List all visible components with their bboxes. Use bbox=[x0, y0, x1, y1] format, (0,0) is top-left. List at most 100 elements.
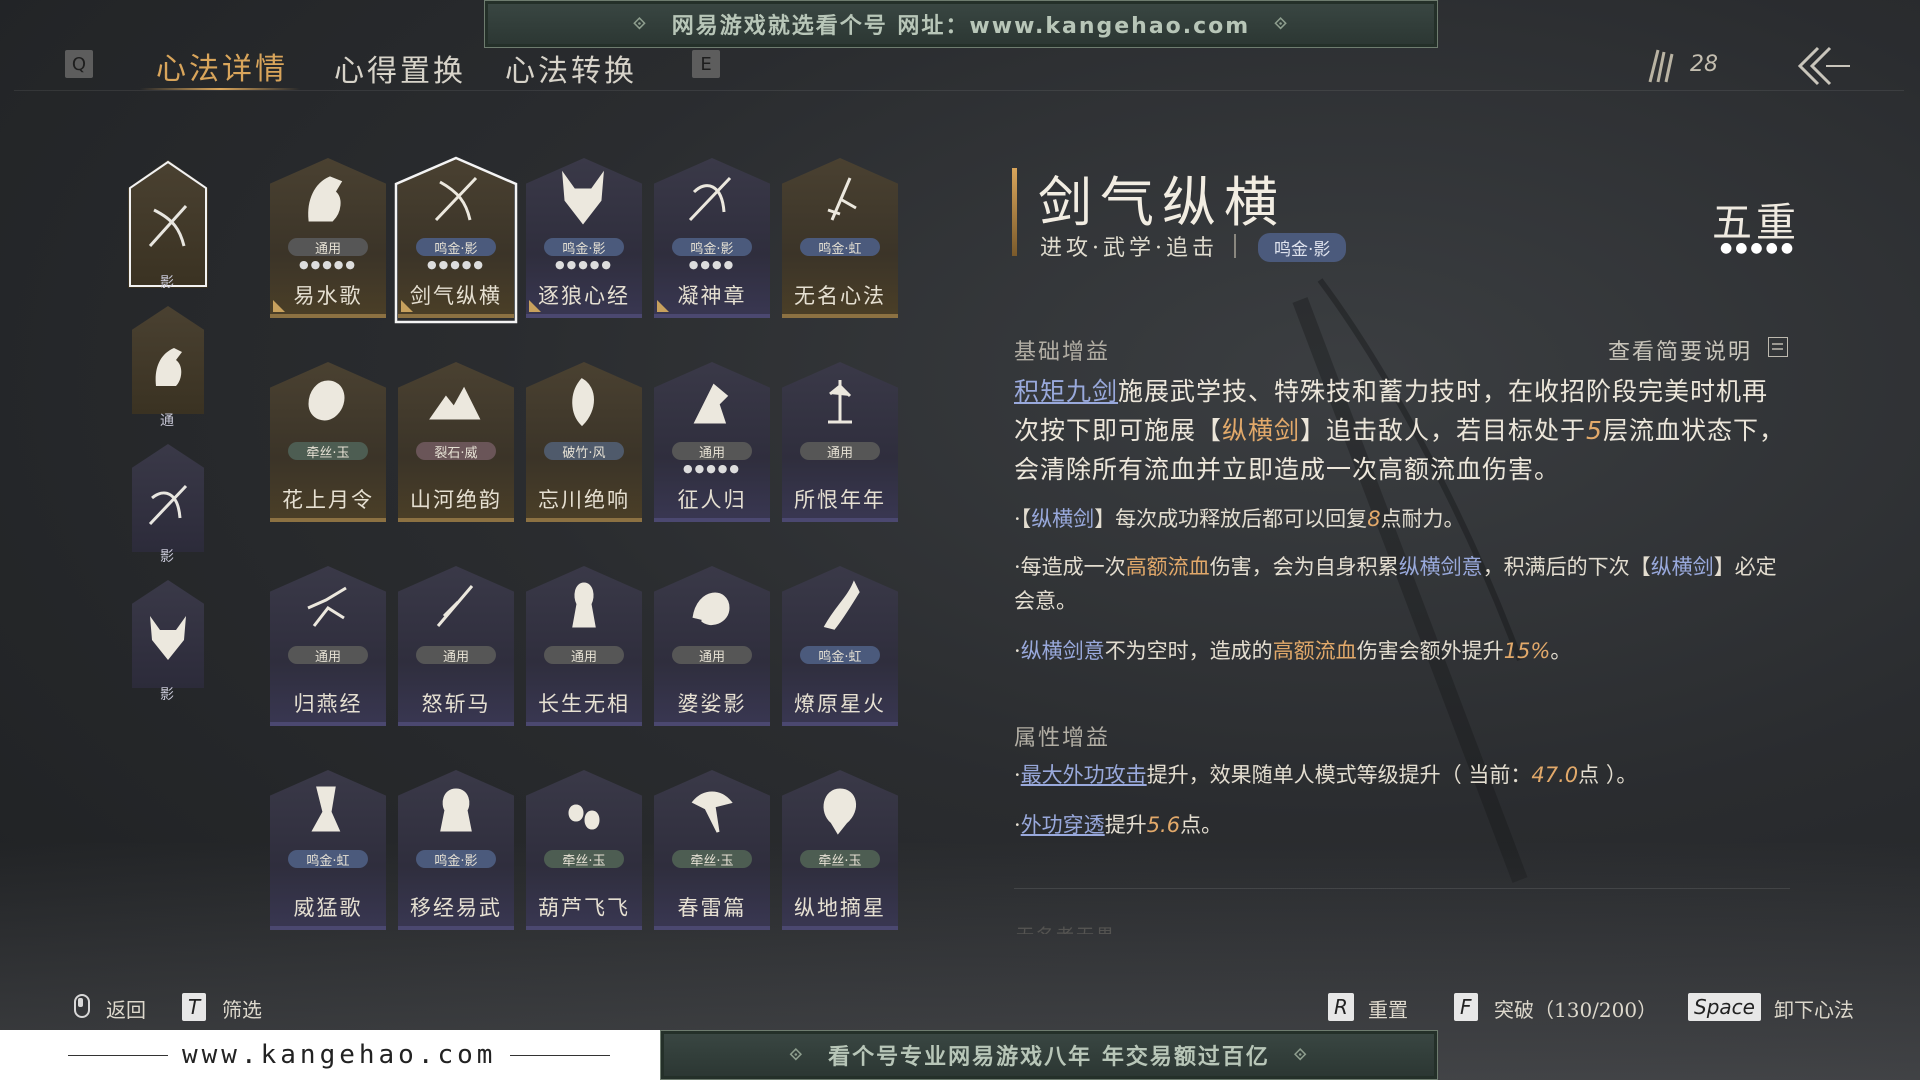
tab-xinfa-detail[interactable]: 心法详情 bbox=[156, 44, 288, 88]
site-watermark-text: www.kangehao.com bbox=[182, 1040, 497, 1070]
value: 8 bbox=[1367, 507, 1381, 531]
xinfa-card[interactable]: 通用 归燕经 bbox=[270, 566, 386, 726]
break-key[interactable]: F bbox=[1454, 993, 1478, 1021]
top-banner-text: 网易游戏就选看个号 网址：www.kangehao.com bbox=[671, 14, 1251, 39]
wolf-icon bbox=[150, 616, 186, 660]
sword-bow-icon bbox=[148, 204, 188, 248]
xinfa-card[interactable]: 破竹·风忘川绝响 bbox=[526, 362, 642, 522]
card-school-tag: 通用 bbox=[288, 646, 368, 665]
desc-text: 点耐力。 bbox=[1380, 507, 1465, 531]
desc-text: 】每次成功释放后都可以回复 bbox=[1094, 507, 1368, 531]
filter-key[interactable]: T bbox=[182, 993, 207, 1021]
desc-text: ，积满后的下次【 bbox=[1482, 555, 1651, 579]
prev-tab-key[interactable]: Q bbox=[65, 50, 93, 78]
xinfa-card[interactable]: 牵丝·玉春雷篇 bbox=[654, 770, 770, 930]
side-slot-label: 通 bbox=[160, 413, 174, 429]
xinfa-card[interactable]: 通用 怒斩马 bbox=[398, 566, 514, 726]
desc-text: 点 ）。 bbox=[1578, 763, 1638, 787]
back-label[interactable]: 返回 bbox=[106, 994, 146, 1023]
unload-key[interactable]: Space bbox=[1688, 993, 1761, 1021]
unload-label[interactable]: 卸下心法 bbox=[1774, 994, 1854, 1023]
card-bottom-line bbox=[526, 926, 642, 930]
card-bottom-line bbox=[270, 926, 386, 930]
desc-text: 提升，效果随单人模式等级提升（ 当前： bbox=[1146, 763, 1532, 787]
card-bottom-line bbox=[526, 722, 642, 726]
desc-text: 提升 bbox=[1104, 813, 1147, 837]
xinfa-card[interactable]: 通用 长生无相 bbox=[526, 566, 642, 726]
attr-link[interactable]: 最大外功攻击 bbox=[1021, 763, 1147, 787]
xinfa-card[interactable]: 鸣金·虹威猛歌 bbox=[270, 770, 386, 930]
card-level-dots: ●●●●● bbox=[299, 258, 357, 271]
card-bottom-line bbox=[270, 314, 386, 318]
attr-link[interactable]: 外功穿透 bbox=[1021, 813, 1105, 837]
card-bottom-line bbox=[654, 722, 770, 726]
reset-key[interactable]: R bbox=[1328, 993, 1354, 1021]
card-school-tag: 破竹·风 bbox=[544, 442, 624, 461]
xinfa-card[interactable]: 牵丝·玉 花上月令 bbox=[270, 362, 386, 522]
xinfa-card[interactable]: 通用 ●●●●● 征人归 bbox=[654, 362, 770, 522]
break-label[interactable]: 突破（130/200） bbox=[1494, 994, 1657, 1023]
currency-icon bbox=[1646, 48, 1676, 88]
card-bottom-line bbox=[398, 722, 514, 726]
card-name: 凝神章 bbox=[677, 284, 747, 308]
card-school-tag: 裂石·威 bbox=[416, 442, 496, 461]
desc-text: ·每造成一次 bbox=[1014, 555, 1126, 579]
card-name: 春雷篇 bbox=[677, 896, 747, 920]
card-school-tag: 牵丝·玉 bbox=[800, 850, 880, 869]
card-school-tag: 鸣金·影 bbox=[416, 850, 496, 869]
side-slot-4[interactable]: 影 bbox=[132, 580, 204, 708]
xinfa-emblem-icon bbox=[270, 782, 386, 838]
bottom-watermark-banner: ⟐ 看个号专业网易游戏八年 年交易额过百亿 ⟐ bbox=[660, 1030, 1438, 1080]
filter-label[interactable]: 筛选 bbox=[222, 994, 262, 1023]
xinfa-card[interactable]: 裂石·威 山河绝韵 bbox=[398, 362, 514, 522]
card-bottom-line bbox=[270, 518, 386, 522]
card-bottom-line bbox=[782, 314, 898, 318]
xinfa-card[interactable]: 通用 ●●●●● 易水歌 bbox=[270, 158, 386, 318]
side-slot-3[interactable]: 影 bbox=[132, 444, 204, 572]
card-school-tag: 鸣金·虹 bbox=[288, 850, 368, 869]
keyword: 纵横剑 bbox=[1031, 507, 1095, 531]
value: 5 bbox=[1586, 416, 1603, 445]
card-school-tag: 鸣金·虹 bbox=[800, 238, 880, 257]
card-level-dots: ●●●●● bbox=[683, 462, 741, 475]
card-name: 威猛歌 bbox=[293, 896, 363, 920]
tab-xinde-exchange[interactable]: 心得置换 bbox=[334, 46, 466, 90]
xinfa-card[interactable]: 鸣金·影 移经易武 bbox=[398, 770, 514, 930]
next-tab-key[interactable]: E bbox=[692, 50, 720, 78]
desc-text: · bbox=[1014, 763, 1021, 787]
xinfa-card[interactable]: 牵丝·玉 纵地摘星 bbox=[782, 770, 898, 930]
xinfa-card[interactable]: 鸣金·虹 燎原星火 bbox=[782, 566, 898, 726]
xinfa-emblem-icon bbox=[526, 374, 642, 430]
side-slot-2[interactable]: 通 bbox=[132, 306, 204, 434]
card-school-tag: 牵丝·玉 bbox=[672, 850, 752, 869]
toggle-brief-icon[interactable] bbox=[1768, 337, 1788, 357]
card-bottom-line bbox=[782, 722, 898, 726]
desc-text: 点。 bbox=[1180, 813, 1223, 837]
xinfa-card[interactable]: 牵丝·玉 葫芦飞飞 bbox=[526, 770, 642, 930]
desc-text: 伤害会额外提升 bbox=[1356, 639, 1504, 663]
reset-label[interactable]: 重置 bbox=[1368, 994, 1408, 1023]
card-name: 花上月令 bbox=[282, 488, 374, 512]
skill-link[interactable]: 积矩九剑 bbox=[1014, 377, 1118, 406]
card-level-dots: ●●●● bbox=[688, 258, 736, 271]
xinfa-card[interactable]: 鸣金·影 ●●●●● 剑气纵横 bbox=[398, 158, 514, 318]
card-name: 婆娑影 bbox=[677, 692, 747, 716]
desc-text: 。 bbox=[1550, 639, 1572, 663]
xinfa-card[interactable]: 鸣金·影 ●●●● 凝神章 bbox=[654, 158, 770, 318]
keyword: 纵横剑 bbox=[1222, 416, 1301, 445]
card-name: 葫芦飞飞 bbox=[538, 896, 630, 920]
card-name: 忘川绝响 bbox=[538, 488, 630, 512]
xinfa-card[interactable]: 鸣金·影 ●●●●● 逐狼心经 bbox=[526, 158, 642, 318]
card-name: 逐狼心经 bbox=[538, 284, 630, 308]
xinfa-card[interactable]: 通用 所恨年年 bbox=[782, 362, 898, 522]
mouse-icon bbox=[74, 994, 90, 1018]
rank-dots: ●●●●● bbox=[1720, 240, 1797, 256]
back-arrow-icon[interactable] bbox=[1796, 44, 1852, 92]
tab-xinfa-convert[interactable]: 心法转换 bbox=[505, 46, 637, 90]
side-slot-1[interactable]: 影 bbox=[128, 160, 208, 292]
view-brief-link[interactable]: 查看简要说明 bbox=[1608, 334, 1752, 366]
desc-text: ·【 bbox=[1014, 507, 1032, 531]
xinfa-card[interactable]: 通用 婆娑影 bbox=[654, 566, 770, 726]
xinfa-card[interactable]: 鸣金·虹 无名心法 bbox=[782, 158, 898, 318]
subtitle-divider bbox=[1234, 234, 1236, 258]
